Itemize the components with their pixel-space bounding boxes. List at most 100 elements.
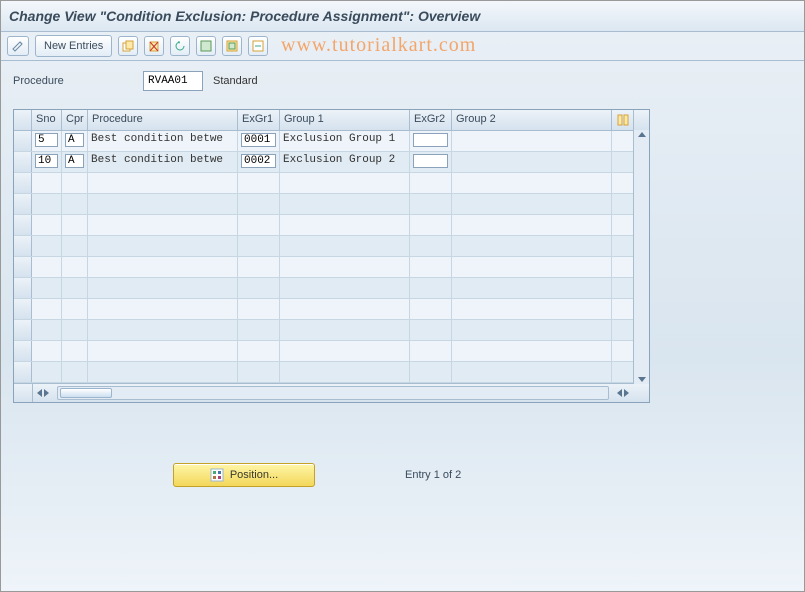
cell-empty[interactable] [88,257,238,277]
cell-empty[interactable] [88,236,238,256]
row-selector[interactable] [14,299,32,319]
table-row-empty[interactable] [14,362,649,383]
row-selector[interactable] [14,362,32,382]
cell-empty[interactable] [410,278,452,298]
configure-columns-icon[interactable] [612,110,634,130]
col-exgr2[interactable]: ExGr2 [410,110,452,130]
cell-empty[interactable] [32,299,62,319]
cell-empty[interactable] [452,320,612,340]
table-row[interactable]: Best condition betweExclusion Group 2 [14,152,649,173]
cell-cpr[interactable] [62,131,88,151]
cell-empty[interactable] [452,278,612,298]
cell-empty[interactable] [452,257,612,277]
cell-empty[interactable] [238,194,280,214]
row-selector[interactable] [14,173,32,193]
cell-empty[interactable] [452,215,612,235]
cell-cpr-input[interactable] [65,133,84,147]
col-exgr1[interactable]: ExGr1 [238,110,280,130]
cell-empty[interactable] [32,257,62,277]
col-group2[interactable]: Group 2 [452,110,612,130]
toggle-edit-icon[interactable] [7,36,29,56]
table-row-empty[interactable] [14,341,649,362]
cell-empty[interactable] [238,215,280,235]
cell-empty[interactable] [280,299,410,319]
cell-empty[interactable] [62,215,88,235]
cell-exgr2[interactable] [410,131,452,151]
row-selector[interactable] [14,236,32,256]
table-row[interactable]: Best condition betweExclusion Group 1 [14,131,649,152]
cell-empty[interactable] [238,299,280,319]
copy-icon[interactable] [118,36,138,56]
procedure-code-field[interactable] [143,71,203,91]
cell-cpr[interactable] [62,152,88,172]
select-all-icon[interactable] [196,36,216,56]
row-selector[interactable] [14,257,32,277]
cell-sno-input[interactable] [35,154,58,168]
cell-empty[interactable] [410,362,452,382]
cell-empty[interactable] [280,341,410,361]
row-selector[interactable] [14,341,32,361]
cell-exgr2-input[interactable] [413,154,448,168]
scroll-thumb[interactable] [60,388,112,398]
cell-empty[interactable] [88,278,238,298]
position-button[interactable]: Position... [173,463,315,487]
cell-empty[interactable] [410,236,452,256]
cell-empty[interactable] [62,236,88,256]
cell-empty[interactable] [410,173,452,193]
row-selector[interactable] [14,194,32,214]
cell-cpr-input[interactable] [65,154,84,168]
cell-empty[interactable] [62,341,88,361]
vertical-scrollbar[interactable] [633,130,649,384]
cell-empty[interactable] [62,278,88,298]
horizontal-scrollbar[interactable] [57,386,609,400]
cell-exgr1[interactable] [238,131,280,151]
scroll-up-icon[interactable] [638,132,646,137]
table-row-empty[interactable] [14,299,649,320]
cell-empty[interactable] [238,236,280,256]
cell-empty[interactable] [280,194,410,214]
undo-icon[interactable] [170,36,190,56]
row-selector[interactable] [14,131,32,151]
cell-exgr2-input[interactable] [413,133,448,147]
row-selector[interactable] [14,215,32,235]
cell-empty[interactable] [238,341,280,361]
table-row-empty[interactable] [14,215,649,236]
cell-empty[interactable] [88,194,238,214]
scroll-right-step-icon[interactable] [44,389,49,397]
cell-empty[interactable] [62,362,88,382]
cell-empty[interactable] [280,362,410,382]
cell-empty[interactable] [32,236,62,256]
cell-sno[interactable] [32,152,62,172]
cell-empty[interactable] [32,341,62,361]
table-row-empty[interactable] [14,236,649,257]
cell-empty[interactable] [452,362,612,382]
table-row-empty[interactable] [14,194,649,215]
scroll-left-step-icon[interactable] [617,389,622,397]
cell-empty[interactable] [62,299,88,319]
cell-empty[interactable] [32,362,62,382]
cell-empty[interactable] [280,215,410,235]
cell-sno[interactable] [32,131,62,151]
cell-empty[interactable] [280,173,410,193]
cell-empty[interactable] [410,299,452,319]
new-entries-button[interactable]: New Entries [35,35,112,57]
table-row-empty[interactable] [14,320,649,341]
table-row-empty[interactable] [14,278,649,299]
deselect-all-icon[interactable] [248,36,268,56]
cell-empty[interactable] [410,341,452,361]
col-procedure[interactable]: Procedure [88,110,238,130]
cell-empty[interactable] [32,215,62,235]
cell-empty[interactable] [88,215,238,235]
cell-empty[interactable] [238,278,280,298]
table-row-empty[interactable] [14,173,649,194]
cell-empty[interactable] [88,173,238,193]
cell-empty[interactable] [62,257,88,277]
cell-empty[interactable] [62,194,88,214]
cell-empty[interactable] [452,236,612,256]
cell-empty[interactable] [280,278,410,298]
cell-exgr2[interactable] [410,152,452,172]
delete-icon[interactable] [144,36,164,56]
cell-sno-input[interactable] [35,133,58,147]
cell-empty[interactable] [238,173,280,193]
cell-empty[interactable] [280,236,410,256]
